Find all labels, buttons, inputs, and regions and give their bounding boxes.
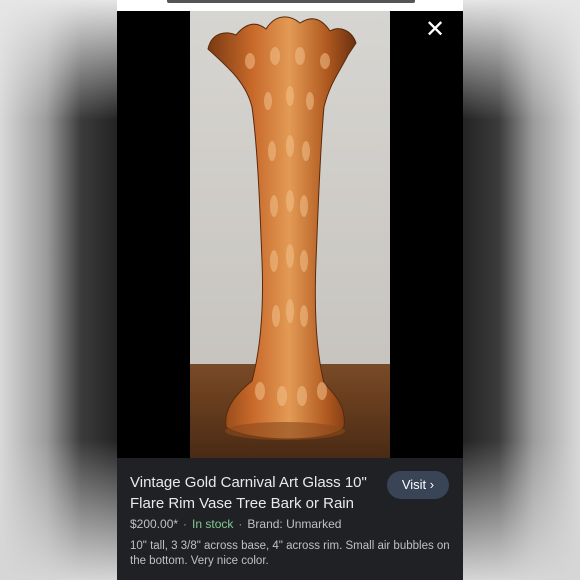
price: $200.00* bbox=[130, 517, 179, 531]
close-icon: ✕ bbox=[425, 16, 446, 43]
product-info-panel: Vintage Gold Carnival Art Glass 10" Flar… bbox=[117, 458, 463, 580]
image-viewer: ✕ Vintage Gold Carnival Art Glass 10" Fl… bbox=[117, 0, 463, 580]
brand: Brand: Unmarked bbox=[247, 517, 342, 531]
description-line2: the bottom. Very nice color. bbox=[130, 555, 269, 567]
visit-label: Visit bbox=[401, 477, 427, 492]
visit-button[interactable]: Visit › bbox=[387, 471, 449, 499]
drag-handle[interactable] bbox=[167, 0, 415, 3]
product-title[interactable]: Vintage Gold Carnival Art Glass 10" Flar… bbox=[130, 472, 378, 514]
vase-illustration bbox=[190, 11, 390, 458]
product-image[interactable] bbox=[190, 11, 390, 458]
description-line1: 10" tall, 3 3/8" across base, 4" across … bbox=[130, 540, 450, 552]
product-title-line2: Flare Rim Vase Tree Bark or Rain bbox=[130, 495, 354, 512]
product-description: 10" tall, 3 3/8" across base, 4" across … bbox=[130, 539, 452, 569]
close-button[interactable]: ✕ bbox=[425, 18, 445, 42]
separator-dot: · bbox=[238, 517, 243, 531]
chevron-right-icon: › bbox=[429, 477, 435, 492]
product-meta: $200.00* · In stock · Brand: Unmarked bbox=[130, 517, 341, 531]
stock-status: In stock bbox=[192, 517, 234, 531]
product-title-line1: Vintage Gold Carnival Art Glass 10" bbox=[130, 474, 367, 491]
separator-dot: · bbox=[183, 517, 188, 531]
